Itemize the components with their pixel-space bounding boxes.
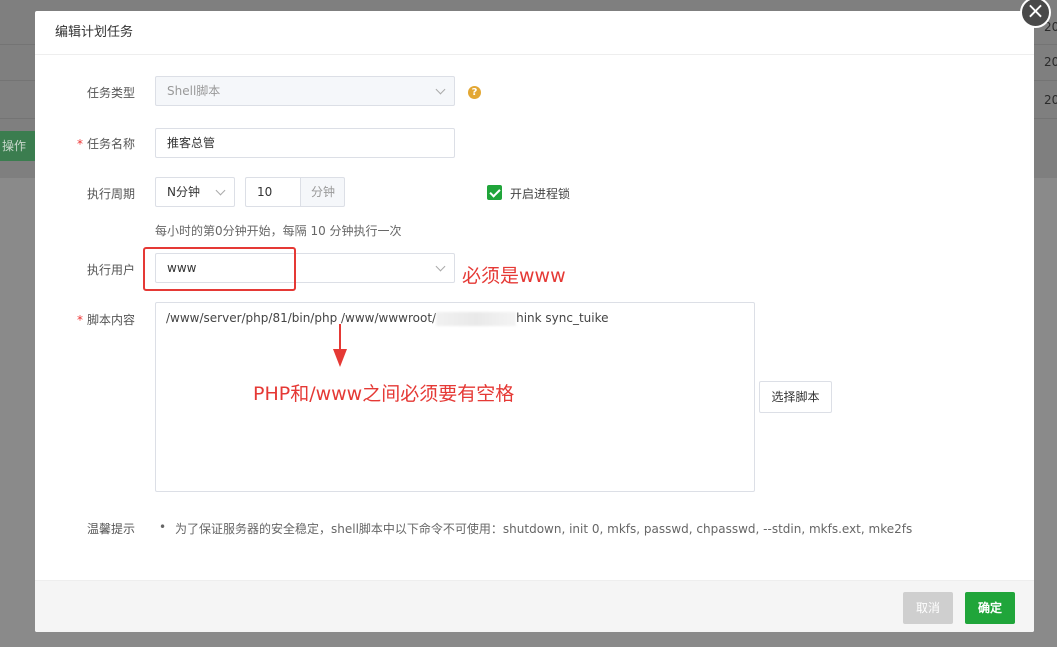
chevron-down-icon [215,185,226,196]
period-unit-suffix: 分钟 [300,177,345,207]
period-value-input[interactable]: 10 [245,177,301,207]
task-name-label-text: 任务名称 [86,137,135,151]
period-description: 每小时的第0分钟开始，每隔 10 分钟执行一次 [155,224,402,238]
script-label-text: 脚本内容 [86,313,135,327]
script-content-after: hink sync_tuike [516,311,609,325]
tips-text: 为了保证服务器的安全稳定，shell脚本中以下命令不可使用：shutdown, … [175,522,913,536]
process-lock-label: 开启进程锁 [510,187,571,201]
redacted-path [436,311,517,326]
chevron-down-icon [435,84,446,95]
task-name-input[interactable]: 推客总管 [155,128,455,158]
run-user-label: 执行用户 [86,263,135,277]
annotation-highlight-box [143,247,296,291]
chevron-down-icon [435,261,446,272]
cancel-button[interactable]: 取消 [903,592,953,624]
tips-bullet: • [159,520,167,534]
dialog-title: 编辑计划任务 [35,11,1034,55]
script-label: * 脚本内容 [76,313,135,327]
choose-script-button[interactable]: 选择脚本 [759,381,832,413]
help-icon[interactable]: ? [468,86,481,99]
annotation-arrow-head [333,349,347,367]
annotation-user-note: 必须是www [462,265,566,287]
task-type-value: Shell脚本 [167,84,221,98]
task-type-select[interactable]: Shell脚本 [155,76,455,106]
period-label: 执行周期 [86,187,135,201]
dialog-footer: 取消 确定 [35,580,1034,632]
task-type-label: 任务类型 [86,86,135,100]
background-operation-button: 操作 [0,131,36,161]
tips-label: 温馨提示 [86,522,135,536]
process-lock-checkbox[interactable] [487,185,502,200]
period-unit-select[interactable]: N分钟 [155,177,235,207]
edit-cron-task-dialog: 编辑计划任务 任务类型 Shell脚本 ? * 任务名称 推客总管 执行周期 N分… [35,11,1034,632]
period-unit-value: N分钟 [167,185,200,199]
task-name-label: * 任务名称 [76,137,135,151]
confirm-button[interactable]: 确定 [965,592,1015,624]
annotation-space-note: PHP和/www之间必须要有空格 [253,383,515,405]
background-cell-value: 20 [1044,55,1057,69]
script-content-before: /www/server/php/81/bin/php /www/wwwroot/ [166,311,437,325]
background-cell-value: 20 [1044,93,1057,107]
